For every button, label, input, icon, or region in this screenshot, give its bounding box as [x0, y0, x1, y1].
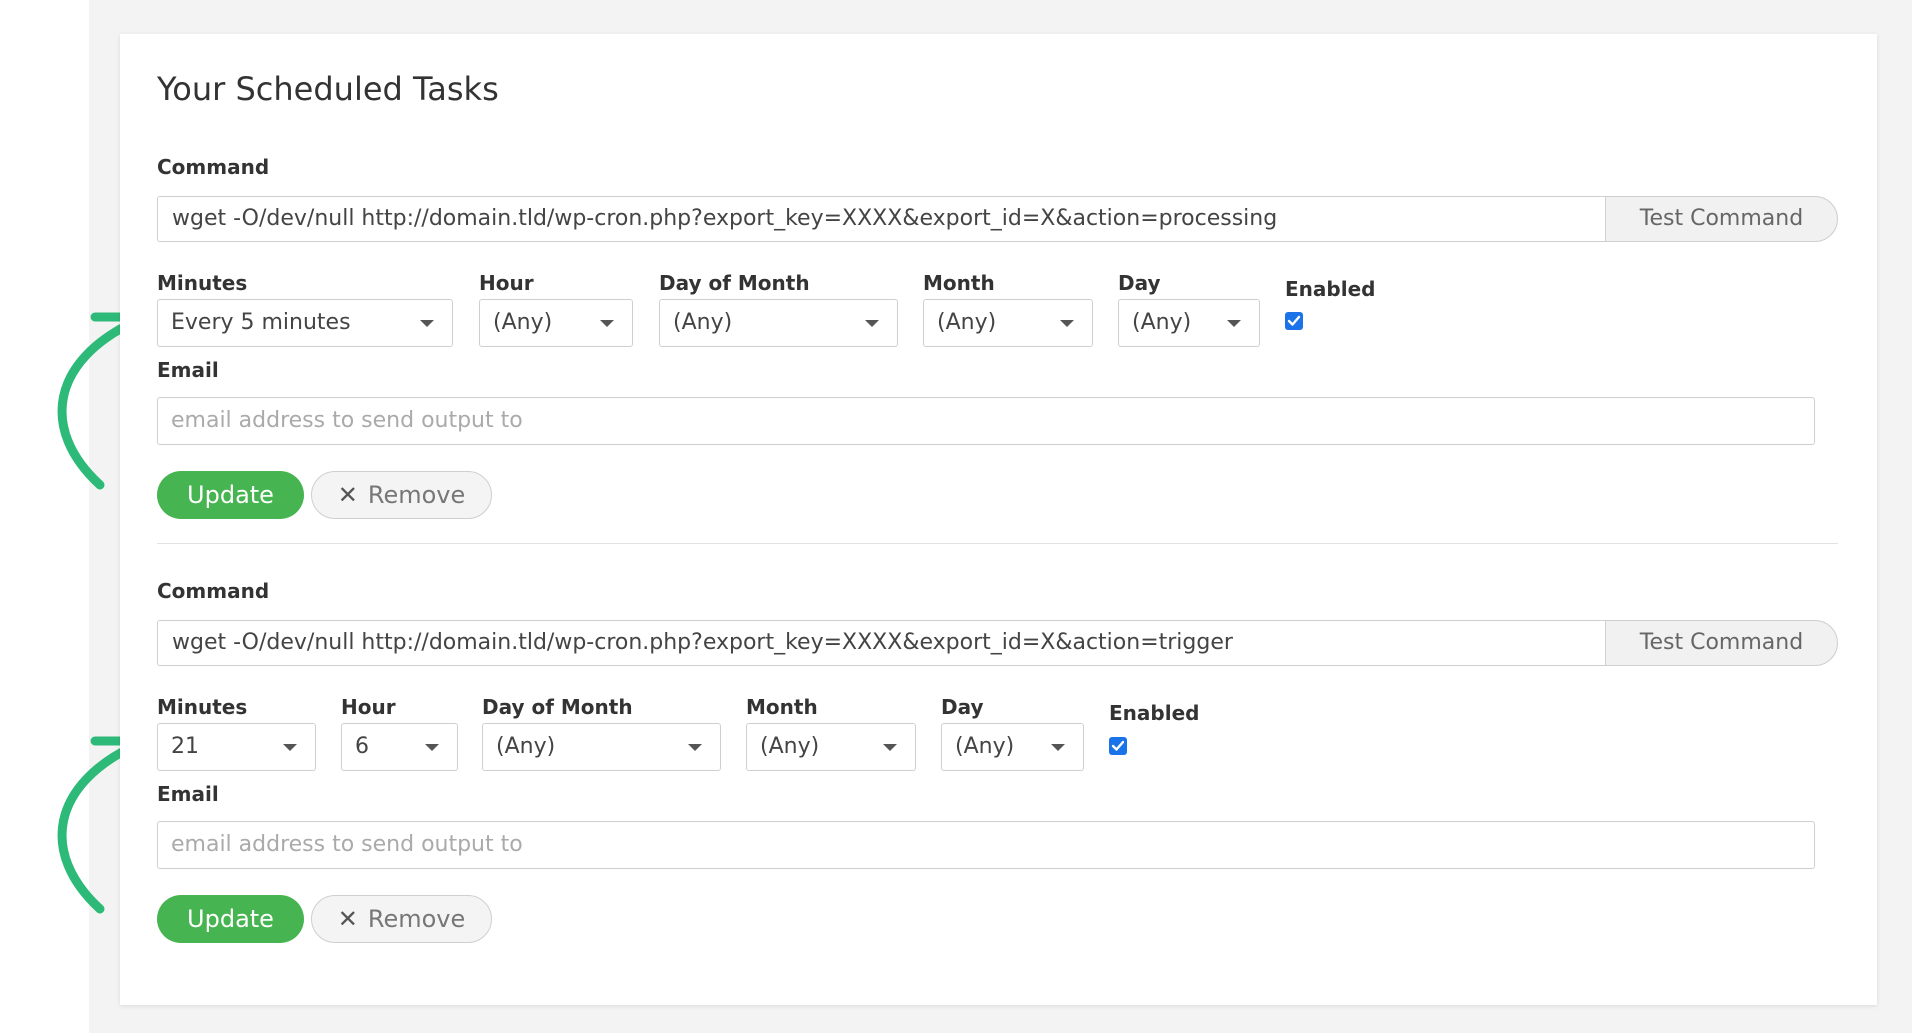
- remove-label: Remove: [367, 905, 466, 933]
- remove-button[interactable]: ✕ Remove: [311, 895, 492, 943]
- day-select[interactable]: (Any): [1118, 299, 1260, 347]
- enabled-checkbox[interactable]: [1285, 312, 1303, 330]
- checkmark-icon: [1111, 740, 1125, 751]
- chevron-down-icon: [1051, 744, 1065, 751]
- page-title: Your Scheduled Tasks: [157, 70, 499, 108]
- chevron-down-icon: [1060, 320, 1074, 327]
- remove-button[interactable]: ✕ Remove: [311, 471, 492, 519]
- enabled-label: Enabled: [1285, 277, 1376, 301]
- test-command-button[interactable]: Test Command: [1605, 196, 1838, 242]
- chevron-down-icon: [425, 744, 439, 751]
- chevron-down-icon: [600, 320, 614, 327]
- month-value: (Any): [937, 310, 997, 335]
- month-label: Month: [923, 271, 995, 295]
- test-command-button[interactable]: Test Command: [1605, 620, 1838, 666]
- day-value: (Any): [1132, 310, 1192, 335]
- day-label: Day: [1118, 271, 1161, 295]
- email-label: Email: [157, 358, 219, 382]
- hour-select[interactable]: (Any): [479, 299, 633, 347]
- day-of-month-value: (Any): [496, 734, 556, 759]
- command-label: Command: [157, 579, 270, 603]
- hour-label: Hour: [479, 271, 534, 295]
- hour-select[interactable]: 6: [341, 723, 458, 771]
- email-input[interactable]: email address to send output to: [157, 821, 1815, 869]
- close-icon: ✕: [337, 481, 358, 509]
- chevron-down-icon: [420, 320, 434, 327]
- minutes-select[interactable]: 21: [157, 723, 316, 771]
- month-value: (Any): [760, 734, 820, 759]
- minutes-value: 21: [171, 734, 199, 759]
- email-label: Email: [157, 782, 219, 806]
- day-of-month-select[interactable]: (Any): [659, 299, 898, 347]
- command-label: Command: [157, 155, 270, 179]
- chevron-down-icon: [883, 744, 897, 751]
- command-input[interactable]: wget -O/dev/null http://domain.tld/wp-cr…: [157, 620, 1605, 666]
- day-value: (Any): [955, 734, 1015, 759]
- month-select[interactable]: (Any): [746, 723, 916, 771]
- month-label: Month: [746, 695, 818, 719]
- day-of-month-label: Day of Month: [482, 695, 633, 719]
- day-label: Day: [941, 695, 984, 719]
- close-icon: ✕: [337, 905, 358, 933]
- chevron-down-icon: [1227, 320, 1241, 327]
- email-input[interactable]: email address to send output to: [157, 397, 1815, 445]
- update-button[interactable]: Update: [157, 471, 304, 519]
- minutes-value: Every 5 minutes: [171, 310, 351, 335]
- update-button[interactable]: Update: [157, 895, 304, 943]
- task-divider: [157, 543, 1838, 544]
- hour-label: Hour: [341, 695, 396, 719]
- day-select[interactable]: (Any): [941, 723, 1084, 771]
- remove-label: Remove: [367, 481, 466, 509]
- enabled-label: Enabled: [1109, 701, 1200, 725]
- hour-value: (Any): [493, 310, 553, 335]
- command-input[interactable]: wget -O/dev/null http://domain.tld/wp-cr…: [157, 196, 1605, 242]
- month-select[interactable]: (Any): [923, 299, 1093, 347]
- day-of-month-value: (Any): [673, 310, 733, 335]
- enabled-checkbox[interactable]: [1109, 737, 1127, 755]
- minutes-select[interactable]: Every 5 minutes: [157, 299, 453, 347]
- day-of-month-select[interactable]: (Any): [482, 723, 721, 771]
- chevron-down-icon: [865, 320, 879, 327]
- hour-value: 6: [355, 734, 369, 759]
- scheduled-tasks-card: Your Scheduled Tasks Command wget -O/dev…: [120, 34, 1877, 1005]
- chevron-down-icon: [283, 744, 297, 751]
- minutes-label: Minutes: [157, 271, 248, 295]
- chevron-down-icon: [688, 744, 702, 751]
- day-of-month-label: Day of Month: [659, 271, 810, 295]
- checkmark-icon: [1287, 315, 1301, 326]
- minutes-label: Minutes: [157, 695, 248, 719]
